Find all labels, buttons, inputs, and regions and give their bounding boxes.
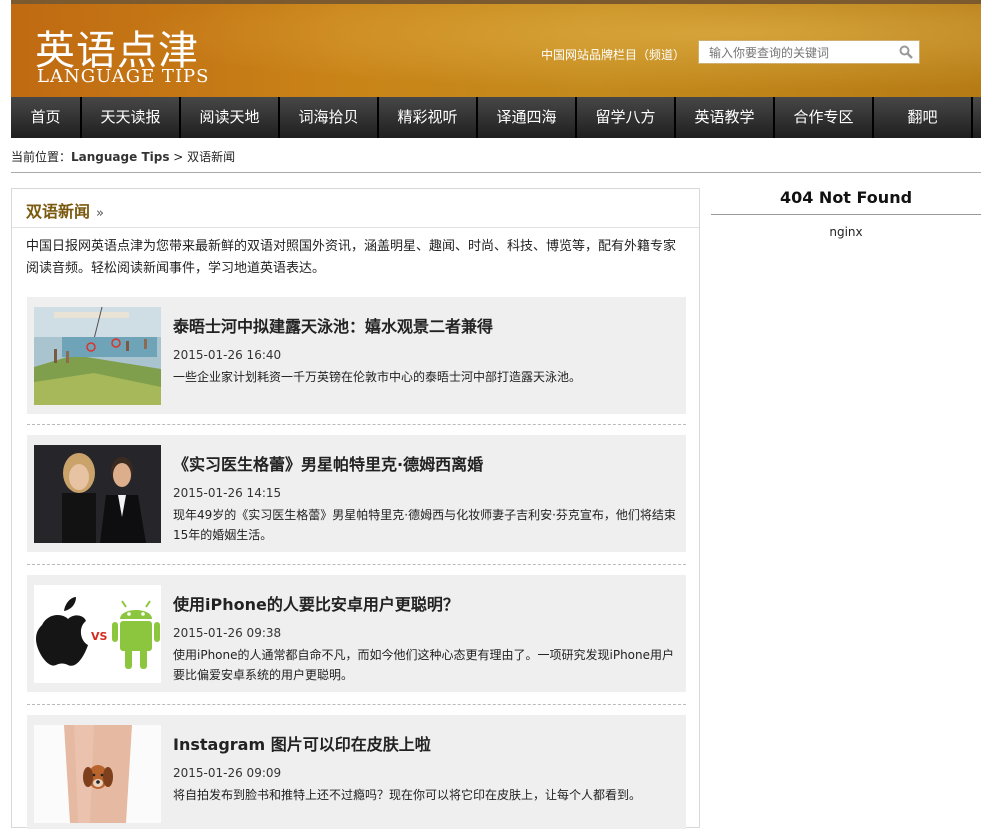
news-title[interactable]: 使用iPhone的人要比安卓用户更聪明？ [173,591,459,615]
nav-item-study-abroad[interactable]: 留学八方 [577,97,676,138]
versus-label: VS [91,630,108,643]
main-nav: 首页 天天读报 阅读天地 词海拾贝 精彩视听 译通四海 留学八方 英语教学 合作… [11,97,981,138]
section-intro: 中国日报网英语点津为您带来最新鲜的双语对照国外资讯，涵盖明星、趣闻、时尚、科技、… [26,239,677,276]
news-title[interactable]: 泰晤士河中拟建露天泳池：嬉水观景二者兼得 [173,313,493,337]
apple-vs-android-image: VS [34,585,161,683]
site-logo-english[interactable]: LANGUAGE TIPS [37,66,210,87]
sidebar-error-title: 404 Not Found [779,188,913,207]
couple-photo [34,445,161,543]
sidebar-divider [711,214,981,215]
news-thumbnail-pool[interactable] [34,307,161,405]
search-box [698,40,920,64]
page: 英语点津 LANGUAGE TIPS 中国网站品牌栏目（频道） 首页 天天读报 … [0,0,1006,829]
news-thumbnail-couple[interactable] [34,445,161,543]
breadcrumb-prefix: 当前位置： [11,150,72,164]
item-divider [27,424,686,425]
section-title-text: 双语新闻 [26,202,91,221]
nav-item-cooperation[interactable]: 合作专区 [775,97,874,138]
skin-print-image [34,725,161,823]
news-summary: 使用iPhone的人通常都自命不凡，而如今他们这种心态更有理由了。一项研究发现i… [173,648,675,682]
nav-item-audio-video[interactable]: 精彩视听 [379,97,478,138]
search-icon[interactable] [899,45,913,59]
news-thumbnail-tattoo[interactable] [34,725,161,823]
double-chevron-icon: » [96,206,104,221]
news-item[interactable]: VS 使用iPhone的人要比安卓用户更聪明？ 2015-01-26 09:38… [27,575,686,692]
breadcrumb: 当前位置：Language Tips > 双语新闻 [11,148,235,165]
news-date: 2015-01-26 09:38 [173,626,282,640]
nav-item-reading[interactable]: 阅读天地 [181,97,280,138]
news-title[interactable]: Instagram 图片可以印在皮肤上啦 [173,731,431,755]
news-panel-header: 双语新闻 » [12,189,699,228]
brand-note: 中国网站品牌栏目（频道） [541,48,686,62]
site-header: 英语点津 LANGUAGE TIPS 中国网站品牌栏目（频道） [11,0,981,97]
news-title[interactable]: 《实习医生格蕾》男星帕特里克·德姆西离婚 [173,451,483,475]
section-title: 双语新闻 » [26,198,104,222]
nav-item-translation[interactable]: 译通四海 [478,97,577,138]
news-date: 2015-01-26 14:15 [173,486,282,500]
news-item[interactable]: Instagram 图片可以印在皮肤上啦 2015-01-26 09:09 将自… [27,715,686,829]
news-date: 2015-01-26 09:09 [173,766,282,780]
nav-item-daily-news[interactable]: 天天读报 [82,97,181,138]
breadcrumb-divider [11,172,981,173]
nav-item-teaching[interactable]: 英语教学 [676,97,775,138]
breadcrumb-home-link[interactable]: Language Tips [71,150,169,164]
breadcrumb-current: 双语新闻 [187,150,236,164]
item-divider [27,564,686,565]
news-item[interactable]: 《实习医生格蕾》男星帕特里克·德姆西离婚 2015-01-26 14:15 现年… [27,435,686,552]
nav-item-home[interactable]: 首页 [11,97,82,138]
news-item[interactable]: 泰晤士河中拟建露天泳池：嬉水观景二者兼得 2015-01-26 16:40 一些… [27,297,686,414]
news-summary: 现年49岁的《实习医生格蕾》男星帕特里克·德姆西与化妆师妻子吉利安·芬克宣布，他… [173,508,676,542]
search-input[interactable] [707,42,891,64]
nav-item-vocabulary[interactable]: 词海拾贝 [280,97,379,138]
sidebar-error-server: nginx [829,225,863,239]
news-date: 2015-01-26 16:40 [173,348,282,362]
news-panel: 双语新闻 » 中国日报网英语点津为您带来最新鲜的双语对照国外资讯，涵盖明星、趣闻、… [11,188,700,829]
apple-logo-icon [36,615,88,666]
item-divider [27,704,686,705]
breadcrumb-separator: > [169,150,188,164]
news-thumbnail-apple-android[interactable]: VS [34,585,161,683]
news-summary: 一些企业家计划耗资一千万英镑在伦敦市中心的泰晤士河中部打造露天泳池。 [173,370,582,384]
news-summary: 将自拍发布到脸书和推特上还不过瘾吗？现在你可以将它印在皮肤上，让每个人都看到。 [173,788,642,802]
pool-image [34,307,161,405]
nav-item-fanba[interactable]: 翻吧 [874,97,973,138]
